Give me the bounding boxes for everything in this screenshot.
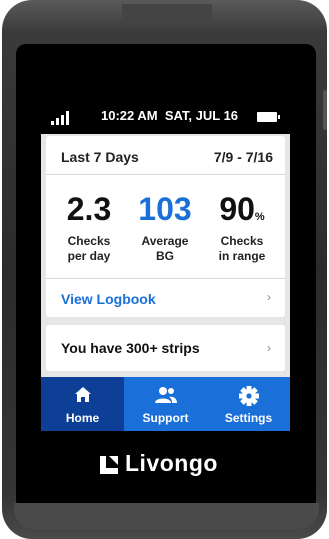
stat-label-line1: Checks xyxy=(67,234,111,248)
stat-label: Checks in range xyxy=(207,234,277,264)
stat-value: 90% xyxy=(207,192,277,228)
range-header: Last 7 Days 7/9 - 7/16 xyxy=(46,136,285,175)
gear-icon xyxy=(207,385,290,409)
bottom-nav: Home Support Settings xyxy=(41,377,290,431)
chevron-right-icon: › xyxy=(267,290,271,304)
view-logbook-link[interactable]: View Logbook › xyxy=(46,278,285,318)
stat-label-line1: Average xyxy=(141,234,189,248)
signal-icon xyxy=(51,111,71,125)
range-title: Last 7 Days xyxy=(61,149,139,165)
stat-label-line2: BG xyxy=(156,249,174,263)
strips-label: You have 300+ strips xyxy=(61,340,200,356)
stat-checks-per-day: 2.3 Checks per day xyxy=(54,192,124,264)
percent-sign: % xyxy=(254,211,265,223)
stat-average-bg: 103 Average BG xyxy=(130,192,200,264)
time-date: 10:22 AM SAT, JUL 16 xyxy=(101,108,239,123)
date-range: 7/9 - 7/16 xyxy=(213,149,273,165)
stat-label: Checks per day xyxy=(54,234,124,264)
stat-checks-in-range: 90% Checks in range xyxy=(207,192,277,264)
stat-label-line2: in range xyxy=(218,249,266,263)
strips-card[interactable]: You have 300+ strips › xyxy=(46,325,285,371)
side-button[interactable] xyxy=(323,90,327,130)
nav-label: Support xyxy=(142,411,189,425)
stat-label-line1: Checks xyxy=(220,234,264,248)
screen: 10:22 AM SAT, JUL 16 Last 7 Days 7/9 - 7… xyxy=(41,100,290,431)
battery-icon xyxy=(257,112,280,122)
stat-value: 103 xyxy=(138,191,192,227)
nav-home[interactable]: Home xyxy=(41,377,124,431)
chevron-right-icon: › xyxy=(267,341,271,355)
device-top-notch xyxy=(122,4,212,26)
main-content: Last 7 Days 7/9 - 7/16 2.3 Checks per da… xyxy=(41,134,290,377)
stat-label-line2: per day xyxy=(67,249,111,263)
summary-card: Last 7 Days 7/9 - 7/16 2.3 Checks per da… xyxy=(46,136,285,317)
livongo-logo-icon xyxy=(100,456,118,474)
brand-logo: Livongo xyxy=(99,450,239,482)
nav-settings[interactable]: Settings xyxy=(207,377,290,431)
support-icon xyxy=(124,385,207,409)
brand-name: Livongo xyxy=(125,450,218,476)
view-logbook-label: View Logbook xyxy=(61,291,156,307)
status-bar: 10:22 AM SAT, JUL 16 xyxy=(41,100,290,132)
stat-number: 90 xyxy=(219,191,255,227)
home-icon xyxy=(41,385,124,409)
stat-value: 2.3 xyxy=(66,191,112,227)
nav-label: Home xyxy=(65,411,100,425)
device-bottom-bar xyxy=(14,503,319,529)
stat-label: Average BG xyxy=(130,234,200,264)
nav-label: Settings xyxy=(224,411,273,425)
nav-support[interactable]: Support xyxy=(124,377,207,431)
